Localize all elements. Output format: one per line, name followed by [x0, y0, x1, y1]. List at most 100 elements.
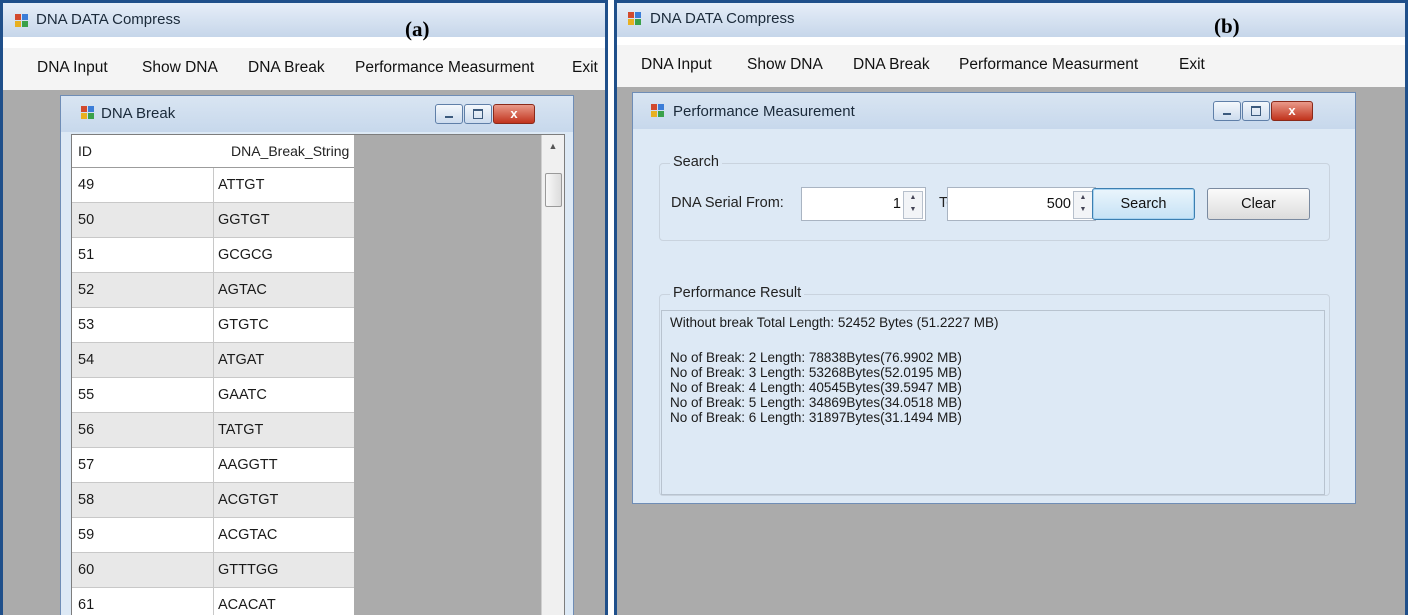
serial-to-stepper[interactable]: 500 ▲ ▼: [947, 187, 1096, 221]
cell-dna-break-string[interactable]: GTTTGG: [214, 553, 354, 588]
maximize-button[interactable]: [1242, 101, 1270, 121]
cell-dna-break-string[interactable]: AAGGTT: [214, 448, 354, 483]
menu-dna-break[interactable]: DNA Break: [248, 59, 325, 77]
app-titlebar: DNA DATA Compress: [617, 3, 1405, 37]
spin-arrows-icon[interactable]: ▲ ▼: [903, 191, 923, 219]
child-titlebar[interactable]: Performance Measurement x: [633, 93, 1355, 129]
cell-id[interactable]: 52: [72, 273, 214, 308]
result-line: No of Break: 6 Length: 31897Bytes(31.149…: [670, 410, 962, 425]
table-row[interactable]: 53 GTGTC: [72, 308, 354, 343]
column-header-dna-break-string[interactable]: DNA_Break_String: [231, 135, 349, 167]
cell-id[interactable]: 57: [72, 448, 214, 483]
cell-dna-break-string[interactable]: GCGCG: [214, 238, 354, 273]
app-icon: [15, 14, 29, 28]
table-row[interactable]: 50 GGTGT: [72, 203, 354, 238]
cell-dna-break-string[interactable]: ATTGT: [214, 168, 354, 203]
cell-id[interactable]: 54: [72, 343, 214, 378]
maximize-button[interactable]: [464, 104, 492, 124]
app-titlebar: DNA DATA Compress: [3, 3, 605, 37]
table-row[interactable]: 57 AAGGTT: [72, 448, 354, 483]
cell-dna-break-string[interactable]: ACGTGT: [214, 483, 354, 518]
cell-dna-break-string[interactable]: GAATC: [214, 378, 354, 413]
app-title: DNA DATA Compress: [650, 10, 795, 27]
serial-from-label: DNA Serial From:: [671, 195, 784, 211]
column-header-id[interactable]: ID: [78, 135, 92, 167]
performance-window: Performance Measurement x Search DNA Ser…: [632, 92, 1356, 504]
vertical-scrollbar[interactable]: ▲: [541, 135, 564, 615]
serial-from-value: 1: [892, 196, 901, 212]
table-row[interactable]: 61 ACACAT: [72, 588, 354, 615]
cell-id[interactable]: 61: [72, 588, 214, 615]
panel-a: DNA DATA Compress (a) DNA Input Show DNA…: [0, 0, 608, 615]
cell-id[interactable]: 60: [72, 553, 214, 588]
search-group-label: Search: [670, 154, 722, 170]
menu-exit[interactable]: Exit: [1179, 56, 1205, 74]
table-row[interactable]: 59 ACGTAC: [72, 518, 354, 553]
menu-show-dna[interactable]: Show DNA: [142, 59, 218, 77]
cell-dna-break-string[interactable]: GGTGT: [214, 203, 354, 238]
menu-exit[interactable]: Exit: [572, 59, 598, 77]
grid-header: ID DNA_Break_String: [72, 135, 354, 168]
cell-dna-break-string[interactable]: TATGT: [214, 413, 354, 448]
clear-button[interactable]: Clear: [1207, 188, 1310, 220]
menu-dna-input[interactable]: DNA Input: [641, 56, 712, 74]
table-row[interactable]: 49 ATTGT: [72, 168, 354, 203]
app-title: DNA DATA Compress: [36, 11, 181, 28]
cell-id[interactable]: 59: [72, 518, 214, 553]
menu-dna-input[interactable]: DNA Input: [37, 59, 108, 77]
cell-id[interactable]: 56: [72, 413, 214, 448]
menu-show-dna[interactable]: Show DNA: [747, 56, 823, 74]
table-row[interactable]: 54 ATGAT: [72, 343, 354, 378]
close-icon: x: [510, 106, 518, 121]
scroll-up-icon[interactable]: ▲: [542, 135, 564, 157]
serial-from-stepper[interactable]: 1 ▲ ▼: [801, 187, 926, 221]
child-titlebar[interactable]: DNA Break x: [61, 96, 573, 132]
cell-id[interactable]: 50: [72, 203, 214, 238]
cell-id[interactable]: 51: [72, 238, 214, 273]
search-group: Search DNA Serial From: 1 ▲ ▼ To: 500 ▲ …: [659, 154, 1330, 241]
dna-break-window: DNA Break x ID DNA_Break_String 49 ATTGT 5…: [60, 95, 574, 615]
cell-id[interactable]: 49: [72, 168, 214, 203]
dna-break-grid[interactable]: ID DNA_Break_String 49 ATTGT 50 GGTGT 51 GCGC…: [71, 134, 565, 615]
performance-result-text[interactable]: Without break Total Length: 52452 Bytes …: [661, 310, 1325, 495]
panel-b: DNA DATA Compress (b) DNA Input Show DNA…: [614, 0, 1408, 615]
close-button[interactable]: x: [493, 104, 535, 124]
menu-performance[interactable]: Performance Measurment: [355, 59, 534, 77]
table-row[interactable]: 56 TATGT: [72, 413, 354, 448]
table-row[interactable]: 60 GTTTGG: [72, 553, 354, 588]
cell-dna-break-string[interactable]: ACGTAC: [214, 518, 354, 553]
maximize-icon: [1251, 106, 1261, 116]
search-button[interactable]: Search: [1092, 188, 1195, 220]
scroll-thumb[interactable]: [545, 173, 562, 207]
result-line: No of Break: 5 Length: 34869Bytes(34.051…: [670, 395, 962, 410]
child-title: Performance Measurement: [673, 103, 855, 120]
performance-result-group: Performance Result Without break Total L…: [659, 285, 1330, 496]
cell-dna-break-string[interactable]: GTGTC: [214, 308, 354, 343]
menu-bar: DNA Input Show DNA DNA Break Performance…: [3, 48, 605, 90]
cell-dna-break-string[interactable]: AGTAC: [214, 273, 354, 308]
cell-id[interactable]: 55: [72, 378, 214, 413]
panel-label: (a): [405, 17, 430, 41]
minimize-icon: [445, 116, 453, 118]
menu-dna-break[interactable]: DNA Break: [853, 56, 930, 74]
spin-arrows-icon[interactable]: ▲ ▼: [1073, 191, 1093, 219]
result-line: No of Break: 3 Length: 53268Bytes(52.019…: [670, 365, 962, 380]
cell-dna-break-string[interactable]: ATGAT: [214, 343, 354, 378]
table-row[interactable]: 58 ACGTGT: [72, 483, 354, 518]
minimize-icon: [1223, 113, 1231, 115]
serial-to-value: 500: [1046, 196, 1071, 212]
minimize-button[interactable]: [1213, 101, 1241, 121]
table-row[interactable]: 55 GAATC: [72, 378, 354, 413]
cell-dna-break-string[interactable]: ACACAT: [214, 588, 354, 615]
app-icon: [628, 12, 642, 26]
window-icon: [651, 104, 665, 118]
child-title: DNA Break: [101, 105, 176, 122]
cell-id[interactable]: 58: [72, 483, 214, 518]
cell-id[interactable]: 53: [72, 308, 214, 343]
minimize-button[interactable]: [435, 104, 463, 124]
maximize-icon: [473, 109, 483, 119]
table-row[interactable]: 51 GCGCG: [72, 238, 354, 273]
menu-performance[interactable]: Performance Measurment: [959, 56, 1138, 74]
table-row[interactable]: 52 AGTAC: [72, 273, 354, 308]
close-button[interactable]: x: [1271, 101, 1313, 121]
